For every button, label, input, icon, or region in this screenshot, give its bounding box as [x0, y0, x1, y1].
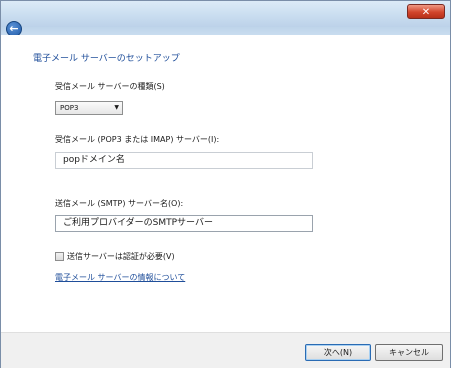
server-info-link[interactable]: 電子メール サーバーの情報について [55, 272, 185, 283]
cancel-button[interactable]: キャンセル [375, 344, 443, 361]
wizard-content: 電子メール サーバーのセットアップ 受信メール サーバーの種類(S) POP3 … [1, 35, 450, 332]
page-title: 電子メール サーバーのセットアップ [33, 54, 180, 64]
server-type-label: 受信メール サーバーの種類(S) [55, 82, 165, 91]
chevron-down-icon: ▼ [114, 104, 119, 111]
server-type-select[interactable]: POP3 ▼ [55, 101, 123, 115]
title-bar: ✕ [1, 1, 450, 27]
setup-window: ✕ ← 電子メール サーバーのセットアップ 受信メール サーバーの種類(S) P… [0, 0, 451, 368]
outgoing-server-input[interactable]: ご利用プロバイダーのSMTPサーバー [55, 215, 313, 232]
server-type-value: POP3 [60, 104, 79, 112]
close-button[interactable]: ✕ [407, 4, 445, 19]
outgoing-server-label: 送信メール (SMTP) サーバー名(O): [55, 199, 184, 208]
auth-required-label[interactable]: 送信サーバーは認証が必要(V) [67, 251, 175, 262]
button-bar: 次へ(N) キャンセル [1, 332, 450, 368]
navigation-bar [1, 27, 450, 35]
next-button[interactable]: 次へ(N) [305, 344, 371, 361]
incoming-server-label: 受信メール (POP3 または IMAP) サーバー(I): [55, 135, 220, 144]
auth-required-checkbox[interactable] [55, 252, 64, 261]
incoming-server-input[interactable]: popドメイン名 [55, 152, 313, 169]
